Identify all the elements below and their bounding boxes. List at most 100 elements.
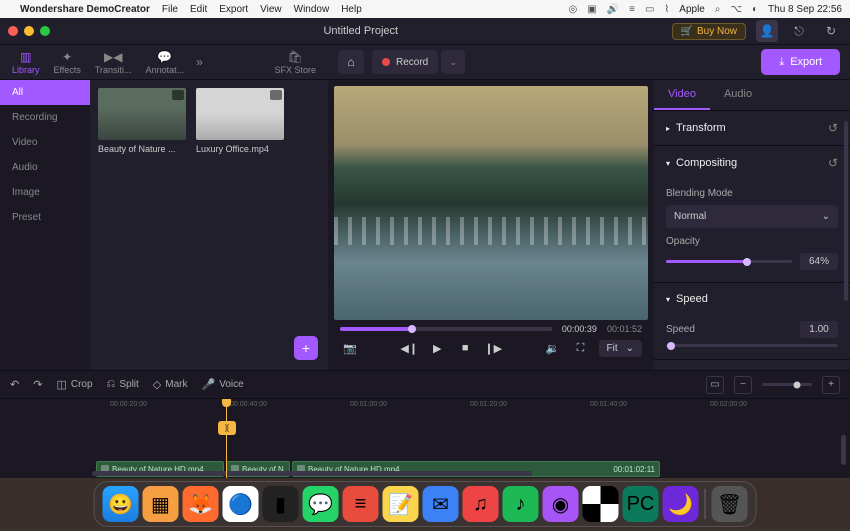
volume-icon[interactable]: 🔊 <box>607 4 619 15</box>
timeline-ruler[interactable]: 00:00:20:00 00:00:40:00 00:01:00:00 00:0… <box>0 399 850 413</box>
menubar-apple-label[interactable]: Apple <box>679 4 705 15</box>
lib-cat-image[interactable]: Image <box>0 180 90 205</box>
lib-cat-video[interactable]: Video <box>0 130 90 155</box>
status-icon-2[interactable]: ▣ <box>587 4 596 15</box>
props-header-speed[interactable]: ▾ Speed <box>654 283 850 315</box>
slider-thumb[interactable] <box>667 342 675 350</box>
dock-spotify[interactable]: ♪ <box>503 486 539 522</box>
minimize-window-button[interactable] <box>24 26 34 36</box>
dock-pycharm[interactable]: PC <box>623 486 659 522</box>
dock-app-1[interactable]: 🔵 <box>223 486 259 522</box>
history-icon[interactable]: ↻ <box>820 20 842 42</box>
dock-whatsapp[interactable]: 💬 <box>303 486 339 522</box>
snapshot-button[interactable]: 📷 <box>340 338 360 358</box>
maximize-window-button[interactable] <box>40 26 50 36</box>
menubar-edit[interactable]: Edit <box>190 4 207 15</box>
prev-frame-button[interactable]: ◀❙ <box>399 338 419 358</box>
menubar-app-name[interactable]: Wondershare DemoCreator <box>20 4 150 15</box>
dock-democreator[interactable]: 🌙 <box>663 486 699 522</box>
dock-terminal[interactable]: ▮ <box>263 486 299 522</box>
props-tab-audio[interactable]: Audio <box>710 80 766 110</box>
zoom-in-button[interactable]: + <box>822 376 840 394</box>
lib-cat-audio[interactable]: Audio <box>0 155 90 180</box>
dock-todoist[interactable]: ≡ <box>343 486 379 522</box>
library-item[interactable]: Beauty of Nature ... <box>98 88 186 154</box>
siri-icon[interactable]: ◐ <box>752 4 758 15</box>
buy-now-button[interactable]: 🛒 Buy Now <box>672 23 746 40</box>
split-tool[interactable]: ⎌Split <box>107 378 139 391</box>
timeline-frame-button[interactable]: ▭ <box>706 376 724 394</box>
library-item[interactable]: Luxury Office.mp4 <box>196 88 284 154</box>
nav-tab-effects[interactable]: ✦ Effects <box>48 47 87 78</box>
record-dropdown[interactable]: ⌄ <box>441 50 465 74</box>
dock-finder[interactable]: 😀 <box>103 486 139 522</box>
menubar-help[interactable]: Help <box>341 4 362 15</box>
fit-select[interactable]: Fit ⌄ <box>599 340 643 357</box>
timeline-zoom-slider[interactable] <box>762 383 812 386</box>
play-button[interactable]: ▶ <box>427 338 447 358</box>
record-button[interactable]: Record <box>372 50 438 74</box>
nav-tab-sfx[interactable]: 🛍 SFX Store <box>268 47 322 78</box>
opacity-slider[interactable] <box>666 260 792 263</box>
dock-notes[interactable]: 📝 <box>383 486 419 522</box>
control-center-icon[interactable]: ⌥ <box>730 4 742 15</box>
slider-thumb[interactable] <box>743 258 751 266</box>
reset-compositing-icon[interactable]: ↺ <box>828 156 838 170</box>
nav-tab-transitions[interactable]: ▶◀ Transiti... <box>89 47 138 78</box>
dock-mail[interactable]: ✉ <box>423 486 459 522</box>
cloud-icon[interactable]: ⎋ <box>788 20 810 42</box>
playhead-handle[interactable]: ][ <box>218 421 236 435</box>
status-icon-1[interactable]: ◎ <box>568 4 577 15</box>
dock-trash[interactable]: 🗑 <box>712 486 748 522</box>
battery-icon[interactable]: ▭ <box>645 4 654 15</box>
user-avatar[interactable]: 👤 <box>756 20 778 42</box>
menubar-view[interactable]: View <box>260 4 282 15</box>
dock-firefox[interactable]: 🦊 <box>183 486 219 522</box>
preview-viewport[interactable] <box>334 86 648 320</box>
scrubber-thumb[interactable] <box>408 325 416 333</box>
voice-tool[interactable]: 🎤Voice <box>202 378 244 391</box>
playhead[interactable] <box>226 399 227 478</box>
props-header-compositing[interactable]: ▾ Compositing ↺ <box>654 146 850 180</box>
search-icon[interactable]: ⌕ <box>715 4 721 15</box>
nav-tabs-more-icon[interactable]: » <box>192 55 207 69</box>
add-media-button[interactable]: + <box>294 336 318 360</box>
timeline-vertical-scrollbar[interactable] <box>841 435 846 465</box>
dock-podcasts[interactable]: ◉ <box>543 486 579 522</box>
mark-tool[interactable]: ◇Mark <box>153 378 188 391</box>
zoom-out-button[interactable]: − <box>734 376 752 394</box>
props-header-transform[interactable]: ▸ Transform ↺ <box>654 111 850 145</box>
close-window-button[interactable] <box>8 26 18 36</box>
nav-tab-library[interactable]: ▥ Library <box>6 47 46 78</box>
menubar-file[interactable]: File <box>162 4 178 15</box>
lib-cat-preset[interactable]: Preset <box>0 205 90 230</box>
speed-value[interactable]: 1.00 <box>800 321 838 338</box>
zoom-slider-thumb[interactable] <box>794 381 801 388</box>
menubar-window[interactable]: Window <box>294 4 330 15</box>
export-button[interactable]: ⤓ Export <box>761 49 840 75</box>
undo-button[interactable]: ↶ <box>10 378 19 391</box>
dock-music[interactable]: ♫ <box>463 486 499 522</box>
volume-button[interactable]: 🔉 <box>543 338 563 358</box>
stop-button[interactable]: ■ <box>455 338 475 358</box>
redo-button[interactable]: ↷ <box>33 378 42 391</box>
speed-slider[interactable] <box>666 344 838 347</box>
menubar-export[interactable]: Export <box>219 4 248 15</box>
props-tab-video[interactable]: Video <box>654 80 710 110</box>
fullscreen-button[interactable]: ⛶ <box>571 338 591 358</box>
opacity-value[interactable]: 64% <box>800 253 838 270</box>
reset-transform-icon[interactable]: ↺ <box>828 121 838 135</box>
menubar-datetime[interactable]: Thu 8 Sep 22:56 <box>768 4 842 15</box>
lib-cat-recording[interactable]: Recording <box>0 105 90 130</box>
crop-tool[interactable]: ◫Crop <box>56 378 92 391</box>
wifi-icon[interactable]: ⌇ <box>664 4 669 15</box>
playback-scrubber[interactable] <box>340 327 552 331</box>
home-button[interactable]: ⌂ <box>338 50 364 74</box>
bluetooth-icon[interactable]: ≡ <box>629 4 635 15</box>
dock-launchpad[interactable]: ▦ <box>143 486 179 522</box>
nav-tab-annotations[interactable]: 💬 Annotat... <box>140 47 191 78</box>
next-frame-button[interactable]: ❙▶ <box>483 338 503 358</box>
lib-cat-all[interactable]: All <box>0 80 90 105</box>
timeline-body[interactable]: 00:00:20:00 00:00:40:00 00:01:00:00 00:0… <box>0 399 850 478</box>
timeline-horizontal-scrollbar[interactable] <box>92 471 532 476</box>
